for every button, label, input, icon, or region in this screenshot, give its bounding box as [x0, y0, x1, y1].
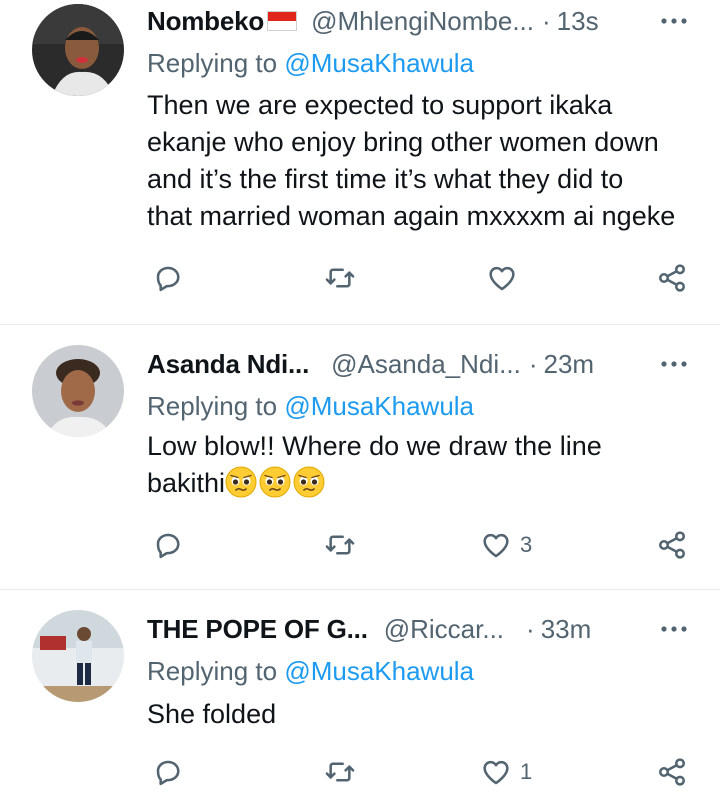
- tweet-text-line: that married woman again mxxxxm ai ngeke: [147, 201, 676, 231]
- reply-button[interactable]: [152, 756, 184, 788]
- retweet-button[interactable]: [324, 529, 356, 561]
- replying-label: Replying to: [147, 656, 278, 686]
- more-icon[interactable]: [656, 11, 692, 31]
- like-button[interactable]: 3: [480, 529, 532, 561]
- tweet-text-line: and it’s the first time it’s what they d…: [147, 164, 624, 194]
- share-icon: [656, 529, 688, 561]
- reply-icon: [152, 529, 184, 561]
- like-icon: [486, 262, 518, 294]
- action-bar: 1: [0, 756, 720, 792]
- user-handle[interactable]: @MhlengiNombe...: [311, 6, 534, 37]
- avatar[interactable]: [32, 4, 124, 96]
- tweet-text: Low blow!! Where do we draw the line bak…: [147, 428, 707, 502]
- replying-label: Replying to: [147, 391, 278, 421]
- retweet-icon: [324, 262, 356, 294]
- tweet[interactable]: Nombeko @MhlengiNombe... · 13s Replying …: [0, 0, 720, 325]
- avatar[interactable]: [32, 345, 124, 437]
- action-bar: [0, 262, 720, 302]
- tweet-text-line: ekanje who enjoy bring other women down: [147, 127, 659, 157]
- tweet-text-line: Low blow!! Where do we draw the line: [147, 431, 602, 461]
- indonesia-flag-icon: [267, 11, 298, 31]
- tweet-header: Asanda Ndi... @Asanda_Ndi... · 23m: [147, 346, 692, 382]
- tweet-text: She folded: [147, 696, 707, 733]
- separator: ·: [528, 348, 538, 379]
- share-button[interactable]: [656, 756, 688, 788]
- reply-icon: [152, 262, 184, 294]
- reply-button[interactable]: [152, 529, 184, 561]
- retweet-button[interactable]: [324, 262, 356, 294]
- timestamp[interactable]: 23m: [544, 349, 595, 380]
- tweet-header: THE POPE OF G... @Riccar... · 33m: [147, 611, 692, 647]
- display-name[interactable]: THE POPE OF G...: [147, 614, 368, 645]
- reply-button[interactable]: [152, 262, 184, 294]
- replying-to: Replying to @MusaKhawula: [147, 656, 474, 687]
- replying-to: Replying to @MusaKhawula: [147, 48, 474, 79]
- retweet-button[interactable]: [324, 756, 356, 788]
- separator: ·: [526, 613, 535, 644]
- timestamp[interactable]: 13s: [557, 6, 599, 37]
- tweet-header: Nombeko @MhlengiNombe... · 13s: [147, 3, 692, 39]
- tweet-text-line: She folded: [147, 699, 277, 729]
- share-button[interactable]: [656, 529, 688, 561]
- replying-to: Replying to @MusaKhawula: [147, 391, 474, 422]
- like-button[interactable]: 1: [480, 756, 532, 788]
- tweet-text: Then we are expected to support ikaka ek…: [147, 87, 707, 235]
- like-count: 3: [520, 532, 533, 557]
- tweet-text-fragment: bakithi: [147, 468, 226, 498]
- display-name[interactable]: Asanda Ndi...: [147, 349, 309, 380]
- replying-label: Replying to: [147, 48, 278, 78]
- timestamp[interactable]: 33m: [541, 614, 592, 645]
- user-handle[interactable]: @Asanda_Ndi...: [331, 349, 521, 380]
- avatar[interactable]: [32, 610, 124, 702]
- mention-link[interactable]: @MusaKhawula: [284, 391, 474, 421]
- like-icon: [480, 756, 512, 788]
- tweet-text-line-with-emoji: bakithi: [147, 465, 707, 502]
- action-bar: 3: [0, 529, 720, 569]
- tweet[interactable]: Asanda Ndi... @Asanda_Ndi... · 23m Reply…: [0, 325, 720, 590]
- mention-link[interactable]: @MusaKhawula: [284, 656, 474, 686]
- like-count: 1: [520, 759, 533, 784]
- user-handle[interactable]: @Riccar...: [384, 614, 504, 645]
- more-icon[interactable]: [656, 354, 692, 374]
- more-icon[interactable]: [656, 619, 692, 639]
- like-icon: [480, 529, 512, 561]
- share-icon: [656, 756, 688, 788]
- share-button[interactable]: [656, 262, 688, 294]
- share-icon: [656, 262, 688, 294]
- pleading-woozy-face-emoji-icon: [225, 466, 257, 498]
- tweet-text-line: Then we are expected to support ikaka: [147, 90, 613, 120]
- mention-link[interactable]: @MusaKhawula: [284, 48, 474, 78]
- reply-icon: [152, 756, 184, 788]
- separator: ·: [542, 5, 551, 36]
- retweet-icon: [324, 529, 356, 561]
- display-name[interactable]: Nombeko: [147, 6, 264, 37]
- tweet[interactable]: THE POPE OF G... @Riccar... · 33m Replyi…: [0, 590, 720, 792]
- pleading-woozy-face-emoji-icon: [259, 466, 291, 498]
- like-button[interactable]: [486, 262, 526, 294]
- retweet-icon: [324, 756, 356, 788]
- pleading-woozy-face-emoji-icon: [293, 466, 325, 498]
